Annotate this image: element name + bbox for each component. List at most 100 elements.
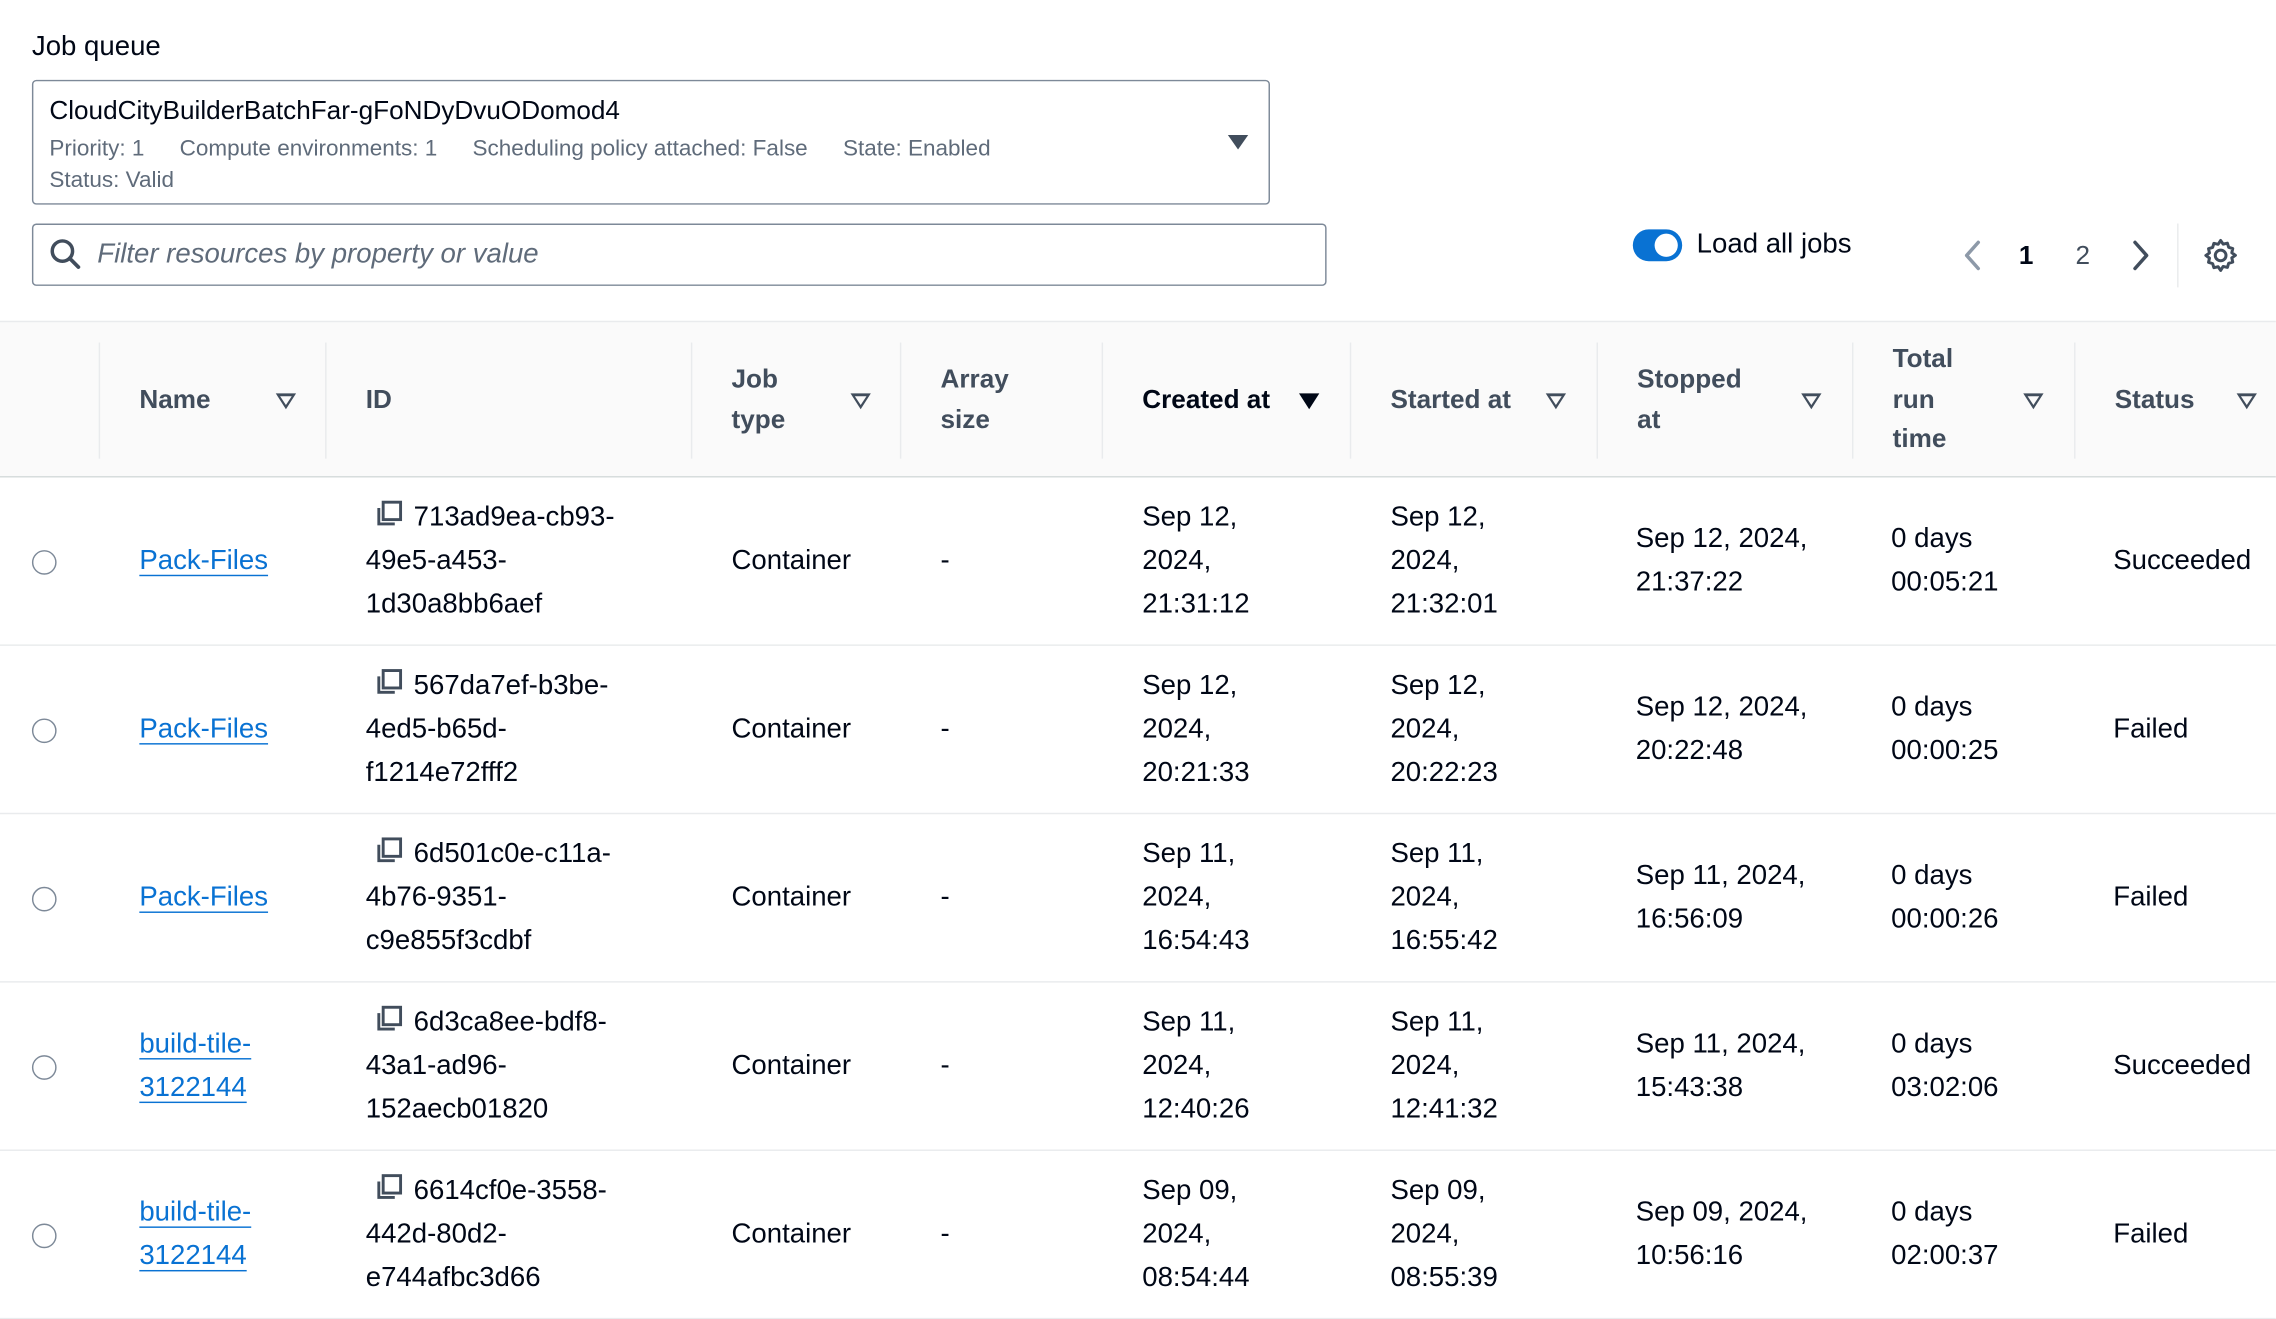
sort-descending-icon[interactable] [1299,393,1320,410]
job-type: Container [732,708,852,752]
chevron-right-icon[interactable] [2125,237,2157,275]
filter-input[interactable] [94,233,1291,278]
job-status-line: Succeeded [2113,1050,2252,1082]
job-id: 6d501c0e-c11a- 4b76-9351- c9e855f3cdbf [366,833,611,965]
created-at: Sep 12, 2024, 20:21:33 [1142,664,1249,796]
job-type-line: Container [731,882,852,913]
job-name-link-line[interactable]: Pack-Files [139,708,268,752]
job-type: Container [732,1213,852,1257]
created-at-line: Sep 11, [1142,1006,1236,1038]
table-row[interactable]: build-tile- 3122144 6614cf0e-3558- 442d-80d… [0,1151,2276,1319]
job-id-line: 152aecb01820 [365,1094,549,1125]
array-size-line: - [940,545,950,577]
job-name-link[interactable]: Pack-Files [139,708,268,752]
sort-icon[interactable] [1801,393,1822,410]
caret-down-icon[interactable] [1227,134,1249,150]
chevron-left-icon[interactable] [1956,237,1988,275]
job-name-link[interactable]: build-tile- 3122144 [139,1191,251,1279]
created-at-line: 21:31:12 [1142,589,1250,620]
job-queue-scheduling: Scheduling policy attached: False [472,136,808,162]
total-run-time-line: 03:02:06 [1891,1072,1999,1104]
page-2-button[interactable]: 2 [2076,241,2091,271]
stopped-at: Sep 12, 2024, 20:22:48 [1636,686,1808,774]
job-name-link-line[interactable]: build-tile- [139,1023,251,1067]
job-id: 6d3ca8ee-bdf8- 43a1-ad96- 152aecb01820 [366,1001,607,1133]
stopped-at-line: 20:22:48 [1635,735,1744,767]
top-panel: Job queue CloudCityBuilderBatchFar-gFoND… [0,0,2276,321]
job-name-link-line[interactable]: 3122144 [139,1067,251,1111]
row-select-radio[interactable] [31,886,57,912]
job-id-line: 4b76-9351- [365,882,507,913]
array-size-line: - [940,713,950,745]
pagination-divider [2177,223,2179,288]
job-name-link-line[interactable]: build-tile- [139,1191,251,1235]
job-id-line: 442d-80d2- [365,1219,507,1250]
job-queue-select[interactable]: CloudCityBuilderBatchFar-gFoNDyDvuODomod… [31,79,1270,205]
table-header: Name ID Job type Array size Created at S… [0,320,2276,479]
sort-icon[interactable] [850,393,871,410]
started-at: Sep 11, 2024, 12:41:32 [1390,1001,1497,1133]
job-name-link-line[interactable]: Pack-Files [139,876,268,920]
sort-icon[interactable] [275,393,297,410]
copy-icon[interactable] [374,667,403,696]
total-run-time: 0 days 00:00:25 [1891,686,1998,774]
column-header-created-at[interactable]: Created at [1101,322,1350,479]
column-header-total-run-time[interactable]: Total run time [1851,322,2074,479]
page-1-button[interactable]: 1 [2019,241,2034,271]
copy-icon[interactable] [374,499,403,528]
column-divider [690,342,693,459]
stopped-at-line: Sep 11, 2024, [1635,1028,1806,1060]
sort-icon[interactable] [2236,393,2257,410]
column-header-started-at[interactable]: Started at [1349,322,1597,479]
row-select-radio[interactable] [31,1055,57,1080]
total-run-time-line: 0 days [1891,1028,1973,1060]
total-run-time: 0 days 03:02:06 [1891,1023,1998,1111]
array-size-line: - [940,1050,950,1082]
table-row[interactable]: build-tile- 3122144 6d3ca8ee-bdf8- 43a1-ad9… [0,983,2276,1151]
total-run-time-line: 00:05:21 [1891,567,1999,598]
column-header-status[interactable]: Status [2074,322,2276,479]
stopped-at-line: 21:37:22 [1635,567,1744,598]
stopped-at-line: 15:43:38 [1635,1072,1744,1104]
started-at-line: 2024, [1390,545,1460,577]
job-name-link-line[interactable]: 3122144 [139,1235,251,1279]
table-row[interactable]: Pack-Files 6d501c0e-c11a- 4b76-9351- c9e855… [0,814,2276,983]
column-header-name[interactable]: Name [98,322,325,479]
job-queue-status: Status: Valid [49,168,174,194]
job-name-link[interactable]: build-tile- 3122144 [139,1023,251,1111]
stopped-at-line: Sep 09, 2024, [1635,1197,1808,1228]
job-name-link-line[interactable]: Pack-Files [139,540,268,584]
load-all-jobs-toggle[interactable] [1632,229,1683,262]
column-header-stopped-at[interactable]: Stopped at [1596,322,1852,479]
row-select-radio[interactable] [31,1223,57,1249]
column-header-job-type[interactable]: Job type [690,322,900,479]
table-row[interactable]: Pack-Files 567da7ef-b3be- 4ed5-b65d-f1214e… [0,646,2276,815]
row-select-radio[interactable] [31,550,57,575]
job-queue-state: State: Enabled [842,136,991,162]
started-at: Sep 09, 2024, 08:55:39 [1390,1169,1497,1301]
created-at-line: 08:54:44 [1142,1262,1250,1294]
stopped-at: Sep 11, 2024, 15:43:38 [1636,1023,1806,1111]
table-row[interactable]: Pack-Files 713ad9ea-cb93- 49e5-a453- 1d30a8… [0,478,2276,646]
job-name-link[interactable]: Pack-Files [139,876,268,920]
job-status: Failed [2113,708,2188,752]
started-at-line: 2024, [1390,1050,1460,1082]
started-at-line: 2024, [1390,1219,1460,1250]
copy-icon[interactable] [374,1172,403,1201]
filter-box[interactable] [31,223,1327,286]
copy-icon[interactable] [374,836,403,865]
search-icon [50,239,81,269]
array-size-line: - [940,1219,950,1250]
sort-icon[interactable] [1545,393,1567,410]
job-name-link[interactable]: Pack-Files [139,540,268,584]
total-run-time-line: 0 days [1891,1197,1973,1228]
created-at-line: 2024, [1142,1219,1212,1250]
row-select-radio[interactable] [31,718,57,744]
job-queue-label: Job queue [31,31,161,63]
started-at: Sep 12, 2024, 20:22:23 [1390,664,1497,796]
job-id-line: 49e5-a453- [365,545,507,577]
copy-icon[interactable] [374,1004,403,1033]
gear-icon[interactable] [2202,237,2240,275]
column-divider [1101,342,1104,459]
sort-icon[interactable] [2023,393,2044,410]
